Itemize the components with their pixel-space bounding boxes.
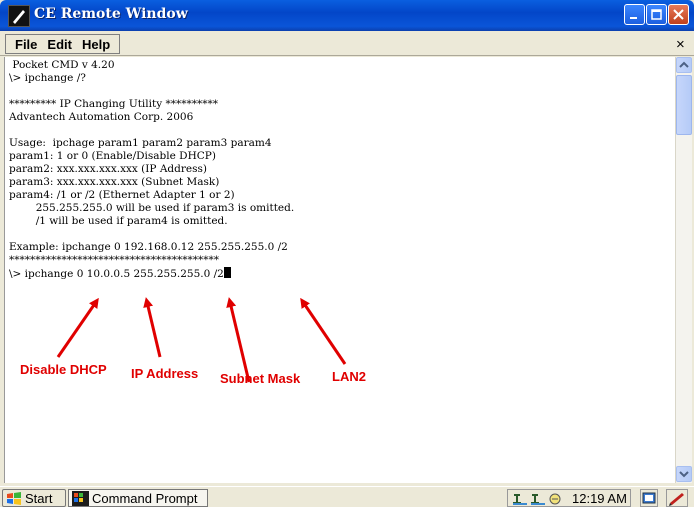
menu-help[interactable]: Help <box>82 37 110 52</box>
menu-file[interactable]: File <box>15 37 37 52</box>
menu-bar: File Edit Help × <box>0 31 694 56</box>
windows-flag-icon <box>7 492 21 505</box>
system-tray[interactable]: 12:19 AM <box>507 489 631 507</box>
ce-remote-window: CE Remote Window File Edit Help × Pocket… <box>0 0 694 507</box>
terminal-output[interactable]: Pocket CMD v 4.20 \> ipchange /? *******… <box>4 57 675 483</box>
minimize-button[interactable] <box>624 4 645 25</box>
label-ip-address: IP Address <box>131 366 199 381</box>
terminal-line: /1 will be used if param4 is omitted. <box>35 215 228 227</box>
terminal-line: param1: 1 or 0 (Enable/Disable DHCP) <box>9 150 216 162</box>
network-icons <box>513 493 561 505</box>
command-prompt-icon <box>72 491 89 506</box>
menu-group: File Edit Help <box>5 34 121 54</box>
terminal-line: **************************************** <box>9 254 219 266</box>
terminal-line: 255.255.255.0 will be used if param3 is … <box>35 202 295 214</box>
terminal-line: param4: /1 or /2 (Ethernet Adapter 1 or … <box>9 189 235 201</box>
start-button[interactable]: Start <box>2 489 66 507</box>
taskbar: Start Command Prompt 12:19 AM <box>0 486 694 507</box>
start-label: Start <box>25 491 53 506</box>
terminal-text: Pocket CMD v 4.20 \> ipchange /? *******… <box>9 59 294 281</box>
terminal-line: param3: xxx.xxx.xxx.xxx (Subnet Mask) <box>9 176 220 188</box>
task-label: Command Prompt <box>92 491 198 506</box>
taskbar-command-prompt[interactable]: Command Prompt <box>68 489 208 507</box>
desktop-icon[interactable] <box>640 489 658 507</box>
vertical-scrollbar[interactable] <box>675 57 692 483</box>
title-bar[interactable]: CE Remote Window <box>0 0 694 31</box>
text-cursor <box>223 267 231 278</box>
terminal-line: param2: xxx.xxx.xxx.xxx (IP Address) <box>9 163 207 175</box>
scroll-down-button[interactable] <box>676 466 692 482</box>
close-icon[interactable]: × <box>676 36 685 53</box>
menu-edit[interactable]: Edit <box>47 37 72 52</box>
terminal-line: Usage: ipchage param1 param2 param3 para… <box>9 137 272 149</box>
scroll-up-button[interactable] <box>676 57 692 73</box>
app-icon <box>8 5 30 27</box>
terminal-lines: Pocket CMD v 4.20 \> ipchange /? *******… <box>9 59 294 266</box>
scroll-thumb[interactable] <box>676 75 692 135</box>
clock: 12:19 AM <box>572 491 627 506</box>
maximize-button[interactable] <box>646 4 667 25</box>
terminal-line: Advantech Automation Corp. 2006 <box>9 111 194 123</box>
prompt-line: \> ipchange 0 10.0.0.5 255.255.255.0 /2 <box>9 268 224 280</box>
label-subnet-mask: Subnet Mask <box>220 371 301 386</box>
close-button[interactable] <box>668 4 689 25</box>
terminal-line: Example: ipchange 0 192.168.0.12 255.255… <box>9 241 288 253</box>
terminal-line: ********* IP Changing Utility ********** <box>9 98 218 110</box>
terminal-line: Pocket CMD v 4.20 <box>12 59 115 71</box>
label-lan2: LAN2 <box>332 369 366 384</box>
window-title: CE Remote Window <box>34 6 188 22</box>
keyboard-icon[interactable] <box>666 489 688 507</box>
terminal-line: \> ipchange /? <box>9 72 86 84</box>
label-disable-dhcp: Disable DHCP <box>20 362 107 377</box>
